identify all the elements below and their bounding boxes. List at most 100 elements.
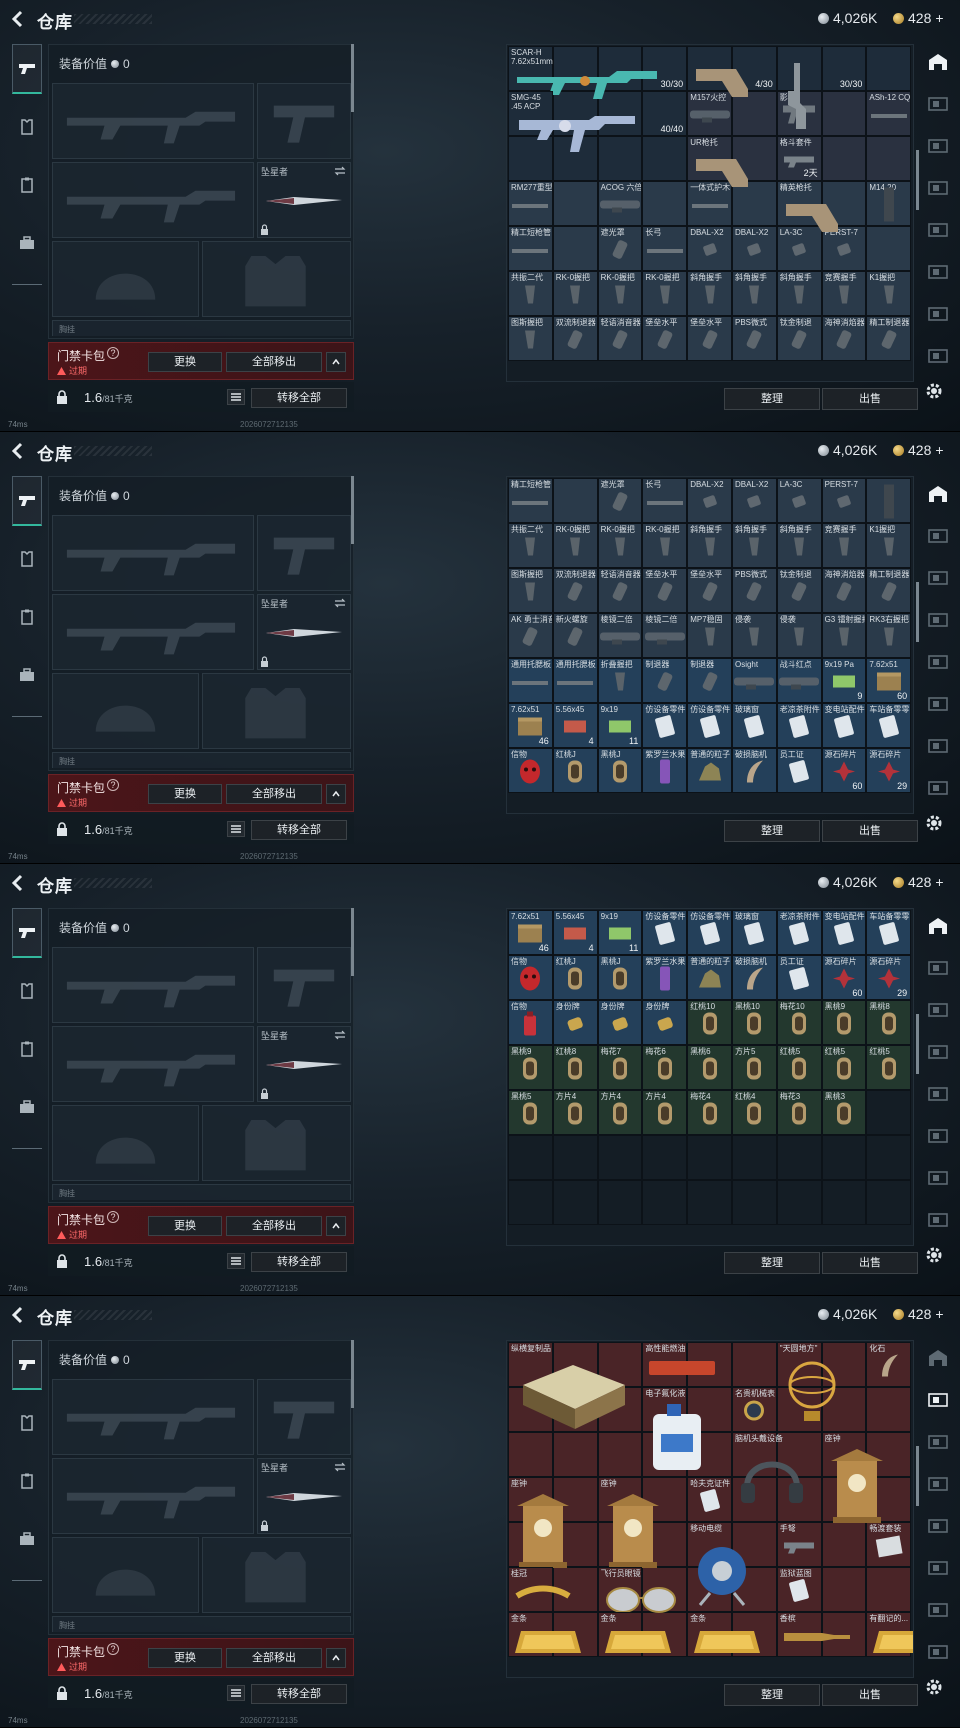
- stash-item-cell[interactable]: 红桃8: [552, 1045, 598, 1090]
- pistol-slot[interactable]: [257, 1379, 351, 1455]
- stash-item-cell[interactable]: [642, 181, 688, 226]
- stash-item-cell[interactable]: [821, 1180, 867, 1225]
- sort-button[interactable]: 整理: [724, 1252, 820, 1274]
- stash-item-cell[interactable]: [866, 226, 912, 271]
- stash-item-cell[interactable]: 信物: [508, 955, 553, 1000]
- stash-item-cell[interactable]: 红桃J: [552, 748, 598, 793]
- stash-scrollbar[interactable]: [916, 150, 919, 210]
- stash-item-cell[interactable]: 斜角握手: [687, 271, 732, 316]
- stash-item-cell[interactable]: 座钟: [821, 1432, 883, 1523]
- stash-grid-panel[interactable]: 7.62x51 46 5.56x45 4 9x19 11 仿设备零件 仿设备零件 玻璃窗 老凉茶附…: [506, 908, 914, 1246]
- primary-weapon-slot[interactable]: [52, 515, 254, 591]
- stash-item-cell[interactable]: 梅花4: [687, 1090, 732, 1135]
- stash-page-tab[interactable]: [922, 1118, 954, 1154]
- stash-item-cell[interactable]: M14 20: [866, 181, 912, 226]
- gold-plus[interactable]: +: [935, 874, 943, 890]
- stash-item-cell[interactable]: 图斯握把: [508, 568, 553, 613]
- stash-page-tab[interactable]: [922, 1424, 954, 1460]
- stash-item-cell[interactable]: 梅花6: [642, 1045, 688, 1090]
- stash-item-cell[interactable]: [821, 1135, 867, 1180]
- stash-item-cell[interactable]: 长弓: [642, 478, 688, 523]
- stash-item-cell[interactable]: 黑桃3: [821, 1090, 867, 1135]
- stash-item-cell[interactable]: 红桃J: [552, 955, 598, 1000]
- stash-item-cell[interactable]: [642, 1135, 688, 1180]
- stash-item-cell[interactable]: [687, 1180, 732, 1225]
- stash-item-cell[interactable]: 棱镜二倍: [642, 613, 688, 658]
- stash-page-tab[interactable]: [922, 1076, 954, 1112]
- list-view-button[interactable]: [227, 1253, 245, 1269]
- help-icon[interactable]: ?: [107, 347, 119, 359]
- stash-item-cell[interactable]: [866, 46, 912, 91]
- stash-item-cell[interactable]: [866, 1180, 912, 1225]
- stash-item-cell[interactable]: [776, 1180, 822, 1225]
- secondary-weapon-slot[interactable]: [52, 1458, 254, 1534]
- list-view-button[interactable]: [227, 389, 245, 405]
- stash-item-cell[interactable]: [866, 478, 912, 523]
- stash-item-cell[interactable]: [821, 91, 867, 136]
- collapse-button[interactable]: [326, 1216, 346, 1236]
- stash-item-cell[interactable]: G3 镭射握把: [821, 613, 867, 658]
- stash-item-cell[interactable]: 7.62x51 46: [508, 910, 553, 955]
- stash-item-cell[interactable]: 精工短枪管: [508, 478, 553, 523]
- stash-item-cell[interactable]: 普通的粒子: [687, 955, 732, 1000]
- stash-item-cell[interactable]: 电子氟化液: [642, 1387, 702, 1470]
- gold-currency[interactable]: 428 +: [893, 874, 944, 890]
- stash-page-tab[interactable]: [922, 518, 954, 554]
- stash-item-cell[interactable]: RM277重型一体枪管: [508, 181, 553, 226]
- primary-weapon-slot[interactable]: [52, 83, 254, 159]
- stash-item-cell[interactable]: 源石碎片 29: [866, 748, 912, 793]
- stash-page-tab[interactable]: [922, 476, 954, 512]
- stash-page-tab[interactable]: [922, 560, 954, 596]
- category-weapon-tab[interactable]: [12, 44, 42, 94]
- stash-page-tab[interactable]: [922, 1508, 954, 1544]
- stash-item-cell[interactable]: 化石: [866, 1342, 912, 1387]
- gold-plus[interactable]: +: [935, 10, 943, 26]
- stash-page-tab[interactable]: [922, 296, 954, 332]
- stash-page-tab[interactable]: [922, 170, 954, 206]
- stash-item-cell[interactable]: 哈夫克证件: [687, 1477, 732, 1522]
- stash-item-cell[interactable]: 仿设备零件: [687, 910, 732, 955]
- stash-item-cell[interactable]: [642, 1180, 688, 1225]
- stash-page-tab[interactable]: [922, 1034, 954, 1070]
- stash-page-tab[interactable]: [922, 212, 954, 248]
- stash-page-tab[interactable]: [922, 1160, 954, 1196]
- stash-item-cell[interactable]: 堡垒水平: [642, 568, 688, 613]
- stash-item-cell[interactable]: 黑桃8: [866, 1000, 912, 1045]
- stash-item-cell[interactable]: 源石碎片 60: [821, 955, 867, 1000]
- stash-item-cell[interactable]: [866, 1090, 912, 1135]
- stash-item-cell[interactable]: 堡垒水平: [687, 568, 732, 613]
- stash-item-cell[interactable]: 斜角握手: [776, 271, 822, 316]
- stash-item-cell[interactable]: 源石碎片 60: [821, 748, 867, 793]
- stash-item-cell[interactable]: 飞行员眼镜: [597, 1567, 676, 1613]
- armor-slot[interactable]: [202, 1537, 351, 1613]
- gold-currency[interactable]: 428 +: [893, 10, 944, 26]
- stash-item-cell[interactable]: 精工制退器: [866, 568, 912, 613]
- stash-page-tab[interactable]: [922, 1550, 954, 1586]
- stash-page-tab[interactable]: [922, 1202, 954, 1238]
- stash-item-cell[interactable]: 方片4: [552, 1090, 598, 1135]
- stash-item-cell[interactable]: 红桃4: [731, 1090, 777, 1135]
- move-all-out-button[interactable]: 全部移出: [226, 352, 322, 372]
- stash-item-cell[interactable]: 仿设备零件: [687, 703, 732, 748]
- stash-item-cell[interactable]: 5.56x45 4: [552, 910, 598, 955]
- stash-item-cell[interactable]: RK-0握把: [552, 523, 598, 568]
- chest-rig-slot[interactable]: 胸挂: [52, 752, 351, 768]
- pistol-slot[interactable]: [257, 83, 351, 159]
- melee-slot[interactable]: 坠星者: [257, 594, 351, 670]
- stash-item-cell[interactable]: [642, 136, 688, 181]
- sort-button[interactable]: 整理: [724, 820, 820, 842]
- stash-page-tab[interactable]: [922, 908, 954, 944]
- swap-button[interactable]: 更换: [148, 1648, 222, 1668]
- stash-item-cell[interactable]: K1握把: [866, 523, 912, 568]
- transfer-all-button[interactable]: 转移全部: [251, 820, 347, 840]
- primary-weapon-slot[interactable]: [52, 947, 254, 1023]
- sort-button[interactable]: 整理: [724, 388, 820, 410]
- stash-item-cell[interactable]: 图斯握把: [508, 316, 553, 361]
- stash-item-cell[interactable]: 制退器: [687, 658, 732, 703]
- stash-item-cell[interactable]: 精英枪托: [776, 181, 838, 232]
- stash-page-tab[interactable]: [922, 44, 954, 80]
- stash-item-cell[interactable]: 黑桃J: [597, 748, 643, 793]
- armor-slot[interactable]: [202, 673, 351, 749]
- stash-item-cell[interactable]: DBAL-X2: [687, 226, 732, 271]
- stash-item-cell[interactable]: 金条: [687, 1612, 761, 1657]
